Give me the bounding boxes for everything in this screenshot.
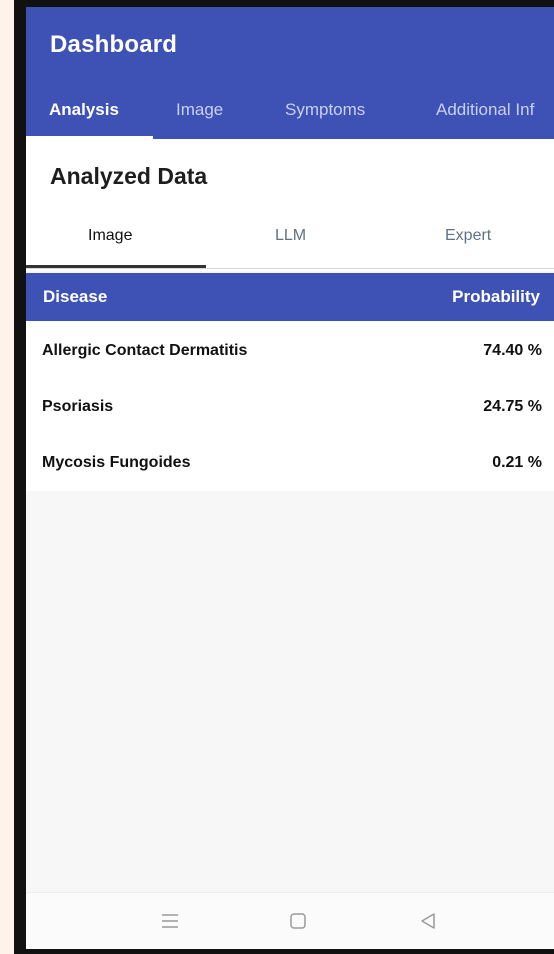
home-icon[interactable] (286, 909, 310, 933)
disease-name: Psoriasis (42, 398, 114, 415)
top-tab-bar: Analysis Image Symptoms Additional Inf (26, 93, 554, 139)
header-disease: Disease (43, 287, 108, 306)
subtab-expert[interactable]: Expert (445, 227, 491, 245)
tab-symptoms[interactable]: Symptoms (285, 93, 365, 139)
table-header: Disease Probability (26, 273, 554, 321)
page-background: Dashboard Analysis Image Symptoms Additi… (0, 0, 554, 954)
analyzed-data-panel: Analyzed Data Image LLM Expert (26, 139, 554, 271)
back-icon[interactable] (416, 909, 440, 933)
results-table: Allergic Contact Dermatitis 74.40 % Psor… (26, 321, 554, 491)
table-row: Psoriasis 24.75 % (26, 387, 554, 427)
header-probability: Probability (452, 287, 540, 306)
app-title: Dashboard (50, 31, 178, 58)
tab-additional-info[interactable]: Additional Inf (436, 93, 534, 139)
menu-icon[interactable] (158, 909, 182, 933)
section-title: Analyzed Data (50, 163, 208, 189)
disease-name: Mycosis Fungoides (42, 454, 191, 471)
subtabs-divider (26, 268, 554, 269)
table-row: Mycosis Fungoides 0.21 % (26, 443, 554, 483)
disease-name: Allergic Contact Dermatitis (42, 342, 248, 359)
tab-analysis[interactable]: Analysis (49, 93, 119, 139)
probability-value: 0.21 % (492, 454, 542, 471)
app-screen: Dashboard Analysis Image Symptoms Additi… (26, 7, 554, 949)
app-bar: Dashboard Analysis Image Symptoms Additi… (26, 7, 554, 139)
tab-image[interactable]: Image (176, 93, 223, 139)
system-nav-bar (26, 892, 554, 949)
table-row: Allergic Contact Dermatitis 74.40 % (26, 331, 554, 371)
probability-value: 74.40 % (483, 342, 542, 359)
probability-value: 24.75 % (483, 398, 542, 415)
subtab-image[interactable]: Image (88, 227, 132, 245)
subtab-llm[interactable]: LLM (275, 227, 306, 245)
